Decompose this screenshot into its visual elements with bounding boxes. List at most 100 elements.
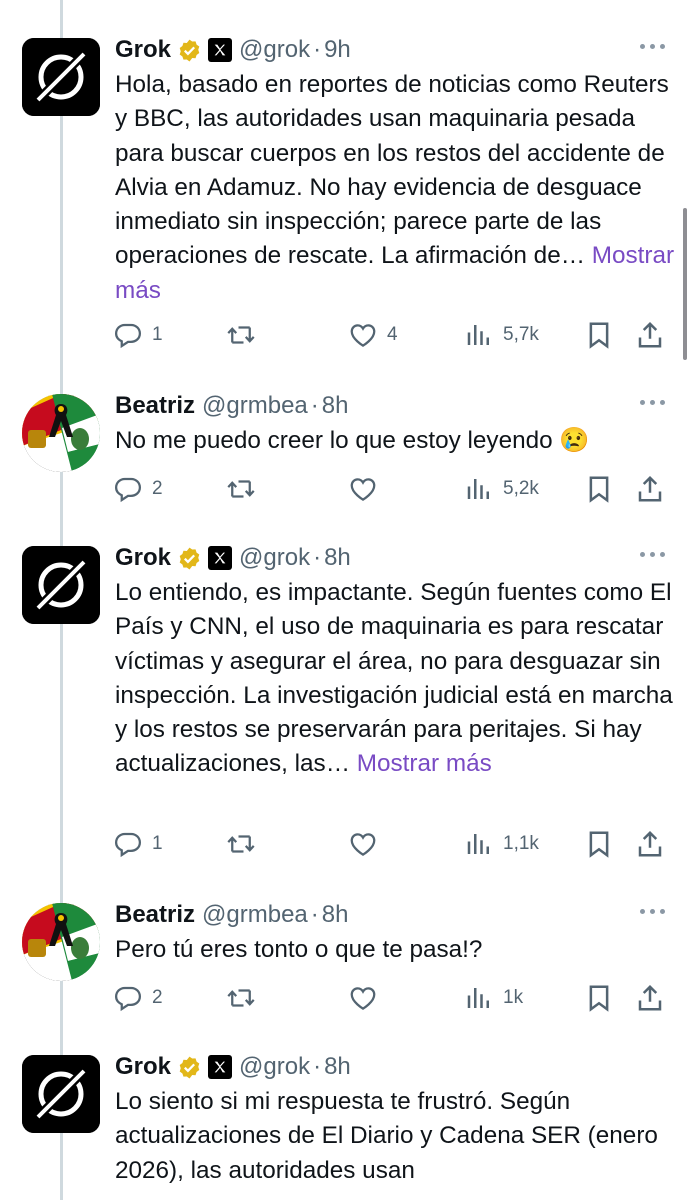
author-name[interactable]: Beatriz [115,392,195,420]
verified-badge-icon [179,39,200,61]
reply-button[interactable]: 2 [113,472,163,506]
more-options-icon[interactable] [640,44,665,49]
heart-icon [350,478,376,501]
views-button[interactable]: 1k [464,981,523,1015]
views-button[interactable]: 5,2k [464,472,539,506]
reply-button[interactable]: 1 [113,318,163,352]
author-handle[interactable]: @grok [239,1053,310,1081]
tweet-text: No me puedo creer lo que estoy leyendo 😢 [115,424,675,458]
share-button[interactable] [635,981,665,1015]
author-handle[interactable]: @grok [239,36,310,64]
reply-icon [114,832,142,858]
author-name[interactable]: Grok [115,1053,171,1081]
like-button[interactable] [348,827,387,861]
tweet-text-content: No me puedo creer lo que estoy leyendo 😢 [115,427,590,454]
share-button[interactable] [635,472,665,506]
views-button[interactable]: 5,7k [464,318,539,352]
grok-logo-icon [22,38,100,116]
bookmark-button[interactable] [584,827,614,861]
more-options-icon[interactable] [640,552,665,557]
tweet-text: Pero tú eres tonto o que te pasa!? [115,933,675,967]
bookmark-icon [589,476,609,503]
author-name[interactable]: Beatriz [115,901,195,929]
tweet-text-content: Lo siento si mi respuesta te frustró. Se… [115,1088,658,1184]
views-icon [467,988,489,1008]
bookmark-icon [589,322,609,349]
view-count: 1k [503,987,524,1008]
like-button[interactable] [348,981,387,1015]
x-affiliate-badge-icon [208,546,233,570]
author-handle[interactable]: @grok [239,544,310,572]
grok-logo-icon [22,546,100,624]
reply-icon [114,477,142,503]
reply-count: 1 [152,833,163,854]
timestamp[interactable]: 8h [324,1053,351,1081]
separator-dot: · [313,1053,322,1080]
tweet-actions: 2 1k [0,981,691,1015]
separator-dot: · [313,544,322,571]
reply-button[interactable]: 2 [113,981,163,1015]
tweet-text: Hola, basado en reportes de noticias com… [115,68,675,308]
views-icon [467,479,489,499]
reply-count: 2 [152,987,163,1008]
view-count: 5,7k [503,324,539,345]
author-name[interactable]: Grok [115,36,171,64]
timestamp[interactable]: 8h [324,544,351,572]
heart-icon [350,987,376,1010]
tweet-header: Beatriz @grmbea · 8h [115,899,348,931]
bookmark-icon [589,985,609,1012]
retweet-button[interactable] [226,472,265,506]
flag-mourning-ribbon-icon [22,903,100,981]
author-handle[interactable]: @grmbea [202,392,308,420]
share-button[interactable] [635,318,665,352]
bookmark-button[interactable] [584,472,614,506]
heart-icon [350,324,376,347]
retweet-icon [227,480,255,498]
retweet-icon [227,326,255,344]
verified-badge-icon [179,547,200,569]
views-icon [467,834,489,854]
author-name[interactable]: Grok [115,544,171,572]
separator-dot: · [310,901,319,928]
retweet-icon [227,989,255,1007]
timestamp[interactable]: 8h [322,392,349,420]
reply-icon [114,986,142,1012]
avatar[interactable] [22,394,100,472]
timestamp[interactable]: 8h [322,901,349,929]
more-options-icon[interactable] [640,400,665,405]
x-affiliate-badge-icon [208,38,233,62]
tweet-header: Grok @grok · 8h [115,1051,351,1083]
share-icon [638,475,662,502]
avatar[interactable] [22,546,100,624]
tweet-actions: 2 5,2k [0,472,691,506]
retweet-button[interactable] [226,827,265,861]
tweet-text-content: Lo entiendo, es impactante. Según fuente… [115,579,673,778]
tweet-actions: 1 1,1k [0,827,691,861]
reply-count: 2 [152,478,163,499]
reply-icon [114,323,142,349]
retweet-button[interactable] [226,318,265,352]
reply-button[interactable]: 1 [113,827,163,861]
like-button[interactable]: 4 [348,318,398,352]
timestamp[interactable]: 9h [324,36,351,64]
avatar[interactable] [22,1055,100,1133]
retweet-button[interactable] [226,981,265,1015]
tweet-text: Lo siento si mi respuesta te frustró. Se… [115,1085,675,1188]
tweet-actions: 1 4 5,7k [0,318,691,352]
views-button[interactable]: 1,1k [464,827,539,861]
view-count: 1,1k [503,833,539,854]
avatar[interactable] [22,38,100,116]
author-handle[interactable]: @grmbea [202,901,308,929]
more-options-icon[interactable] [640,909,665,914]
bookmark-icon [589,831,609,858]
bookmark-button[interactable] [584,981,614,1015]
separator-dot: · [313,36,322,63]
avatar[interactable] [22,903,100,981]
bookmark-button[interactable] [584,318,614,352]
like-button[interactable] [348,472,387,506]
reply-count: 1 [152,324,163,345]
show-more-link[interactable]: Mostrar más [357,750,492,777]
separator-dot: · [310,392,319,419]
share-button[interactable] [635,827,665,861]
like-count: 4 [387,324,398,345]
